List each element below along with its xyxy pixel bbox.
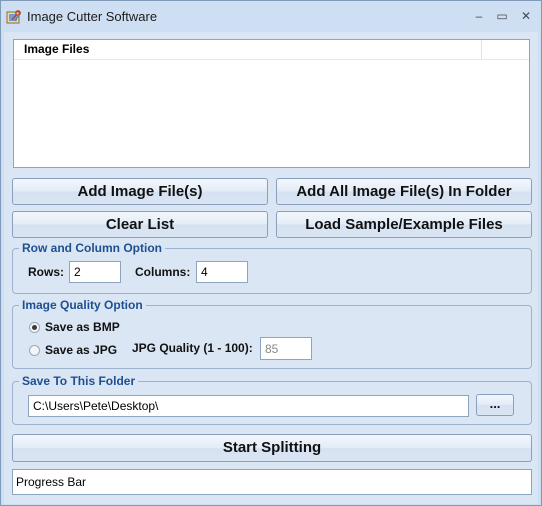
load-sample-files-button[interactable]: Load Sample/Example Files	[276, 211, 532, 238]
title-bar[interactable]: Image Cutter Software – ▭ ✕	[1, 1, 541, 32]
window-title: Image Cutter Software	[27, 9, 158, 24]
save-jpg-radio[interactable]	[29, 345, 40, 356]
app-window: Image Cutter Software – ▭ ✕ Image Files …	[0, 0, 542, 506]
save-bmp-label[interactable]: Save as BMP	[45, 320, 120, 334]
rows-input[interactable]	[69, 261, 121, 283]
add-image-files-button[interactable]: Add Image File(s)	[12, 178, 268, 205]
save-jpg-label[interactable]: Save as JPG	[45, 343, 117, 357]
row-column-option-group: Row and Column Option Rows: Columns:	[12, 241, 532, 294]
scissors-app-icon[interactable]	[6, 9, 22, 25]
save-folder-legend: Save To This Folder	[19, 374, 139, 388]
maximize-button[interactable]: ▭	[492, 8, 512, 24]
start-splitting-button[interactable]: Start Splitting	[12, 434, 532, 462]
close-button[interactable]: ✕	[516, 8, 536, 24]
progress-bar: Progress Bar	[12, 469, 532, 495]
clear-list-button[interactable]: Clear List	[12, 211, 268, 238]
save-folder-path-input[interactable]	[28, 395, 469, 417]
jpg-quality-input[interactable]	[260, 337, 312, 360]
client-area: Image Files Add Image File(s) Add All Im…	[4, 32, 538, 504]
image-quality-option-group: Image Quality Option Save as BMP Save as…	[12, 298, 532, 369]
image-files-list[interactable]: Image Files	[13, 39, 530, 168]
columns-input[interactable]	[196, 261, 248, 283]
jpg-quality-label: JPG Quality (1 - 100):	[132, 341, 253, 355]
rows-label: Rows:	[28, 265, 64, 279]
save-bmp-radio[interactable]	[29, 322, 40, 333]
minimize-button[interactable]: –	[469, 8, 489, 24]
image-quality-legend: Image Quality Option	[19, 298, 146, 312]
list-header: Image Files	[14, 40, 529, 60]
browse-folder-button[interactable]: ...	[476, 394, 514, 416]
row-column-legend: Row and Column Option	[19, 241, 165, 255]
columns-label: Columns:	[135, 265, 191, 279]
radio-selected-dot	[32, 325, 37, 330]
column-header-image-files[interactable]: Image Files	[14, 40, 482, 59]
add-all-in-folder-button[interactable]: Add All Image File(s) In Folder	[276, 178, 532, 205]
save-folder-group: Save To This Folder	[12, 374, 532, 425]
